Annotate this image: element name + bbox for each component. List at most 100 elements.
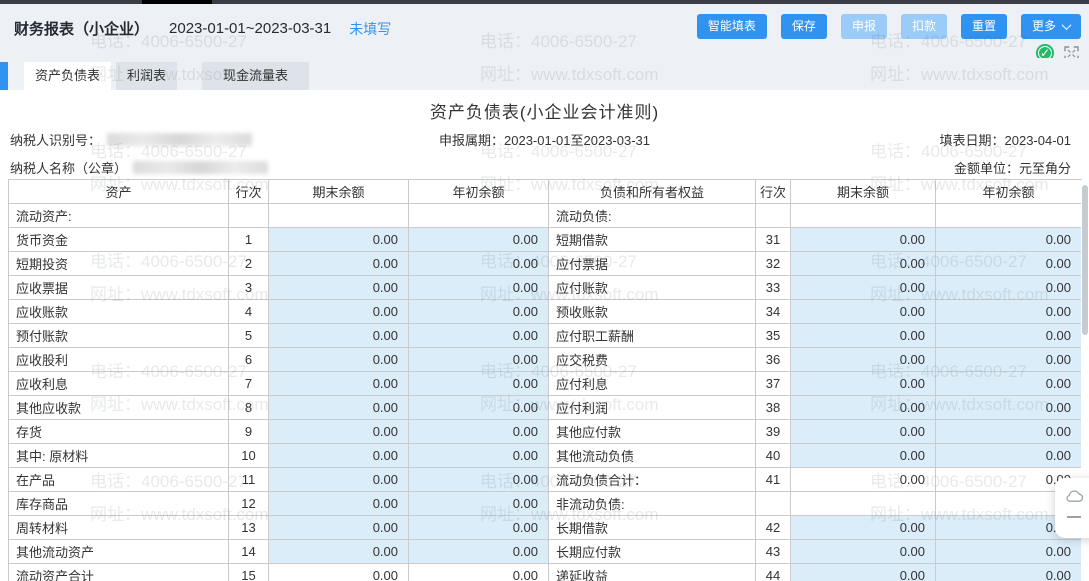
ending-balance-cell[interactable]: 0.00 bbox=[791, 252, 936, 276]
floating-widget[interactable] bbox=[1055, 478, 1089, 538]
ending-balance-cell[interactable]: 0.00 bbox=[791, 420, 936, 444]
table-header-row: 资产行次期末余额年初余额负债和所有者权益行次期末余额年初余额 bbox=[9, 180, 1082, 204]
row-number: 8 bbox=[229, 396, 269, 420]
ending-balance-cell[interactable]: 0.00 bbox=[791, 396, 936, 420]
beginning-balance-cell[interactable]: 0.00 bbox=[936, 420, 1082, 444]
beginning-balance-cell[interactable]: 0.00 bbox=[409, 372, 549, 396]
beginning-balance-cell[interactable]: 0.00 bbox=[409, 276, 549, 300]
row-label: 其他应收款 bbox=[9, 396, 229, 420]
beginning-balance-cell[interactable]: 0.00 bbox=[409, 516, 549, 540]
status-link[interactable]: 未填写 bbox=[349, 19, 391, 39]
ending-balance-cell[interactable]: 0.00 bbox=[791, 564, 936, 581]
ending-balance-cell[interactable]: 0.00 bbox=[269, 300, 409, 324]
row-label: 应付账款 bbox=[549, 276, 756, 300]
ending-balance-cell[interactable]: 0.00 bbox=[269, 444, 409, 468]
row-label: 长期借款 bbox=[549, 516, 756, 540]
beginning-balance-cell[interactable]: 0.00 bbox=[936, 252, 1082, 276]
row-number: 14 bbox=[229, 540, 269, 564]
beginning-balance-cell[interactable]: 0.00 bbox=[936, 324, 1082, 348]
beginning-balance-cell[interactable]: 0.00 bbox=[409, 540, 549, 564]
ending-balance-cell[interactable]: 0.00 bbox=[791, 444, 936, 468]
ending-balance-cell[interactable]: 0.00 bbox=[791, 276, 936, 300]
beginning-balance-cell[interactable]: 0.00 bbox=[409, 444, 549, 468]
tab-balance-sheet[interactable]: 资产负债表 bbox=[24, 62, 111, 90]
column-header: 行次 bbox=[229, 180, 269, 204]
beginning-balance-cell[interactable]: 0.00 bbox=[936, 228, 1082, 252]
smart-fill-button[interactable]: 智能填表 bbox=[697, 14, 767, 39]
fill-date-label: 填表日期：2023-04-01 bbox=[940, 130, 1072, 149]
beginning-balance-cell[interactable]: 0.00 bbox=[409, 468, 549, 492]
ending-balance-cell[interactable]: 0.00 bbox=[269, 324, 409, 348]
ending-balance-cell[interactable]: 0.00 bbox=[269, 516, 409, 540]
row-label: 存货 bbox=[9, 420, 229, 444]
ending-balance-cell bbox=[269, 204, 409, 228]
beginning-balance-cell[interactable]: 0.00 bbox=[936, 396, 1082, 420]
tab-income-statement[interactable]: 利润表 bbox=[116, 62, 177, 90]
beginning-balance-cell[interactable]: 0.00 bbox=[936, 444, 1082, 468]
header-left: 财务报表（小企业） 2023-01-01~2023-03-31 未填写 bbox=[14, 18, 391, 39]
ending-balance-cell[interactable]: 0.00 bbox=[791, 372, 936, 396]
ending-balance-cell[interactable]: 0.00 bbox=[269, 468, 409, 492]
row-label: 短期借款 bbox=[549, 228, 756, 252]
table-row: 应收利息70.000.00应付利息370.000.00 bbox=[9, 372, 1082, 396]
beginning-balance-cell[interactable]: 0.00 bbox=[409, 396, 549, 420]
report-content: 资产负债表(小企业会计准则) 纳税人识别号： 申报属期：2023-01-01至2… bbox=[0, 90, 1089, 581]
header-bar: 财务报表（小企业） 2023-01-01~2023-03-31 未填写 智能填表… bbox=[0, 4, 1089, 58]
ending-balance-cell[interactable]: 0.00 bbox=[791, 300, 936, 324]
column-header: 年初余额 bbox=[409, 180, 549, 204]
ending-balance-cell[interactable]: 0.00 bbox=[269, 252, 409, 276]
ending-balance-cell[interactable]: 0.00 bbox=[269, 228, 409, 252]
ending-balance-cell[interactable]: 0.00 bbox=[791, 348, 936, 372]
beginning-balance-cell[interactable]: 0.00 bbox=[936, 276, 1082, 300]
row-label: 应付利润 bbox=[549, 396, 756, 420]
row-label: 预收账款 bbox=[549, 300, 756, 324]
chevron-down-icon bbox=[1062, 20, 1072, 30]
row-number: 10 bbox=[229, 444, 269, 468]
beginning-balance-cell[interactable]: 0.00 bbox=[936, 348, 1082, 372]
row-label: 其他流动资产 bbox=[9, 540, 229, 564]
row-number: 5 bbox=[229, 324, 269, 348]
beginning-balance-cell[interactable]: 0.00 bbox=[409, 228, 549, 252]
row-number: 39 bbox=[756, 420, 791, 444]
tab-left-accent bbox=[0, 62, 8, 90]
beginning-balance-cell[interactable]: 0.00 bbox=[936, 372, 1082, 396]
scrollbar-thumb[interactable] bbox=[1082, 185, 1088, 335]
button-label: 重置 bbox=[972, 14, 996, 39]
row-label: 应交税费 bbox=[549, 348, 756, 372]
ending-balance-cell[interactable]: 0.00 bbox=[269, 540, 409, 564]
ending-balance-cell[interactable]: 0.00 bbox=[791, 228, 936, 252]
row-number: 3 bbox=[229, 276, 269, 300]
row-number bbox=[756, 492, 791, 516]
row-number: 6 bbox=[229, 348, 269, 372]
beginning-balance-cell[interactable]: 0.00 bbox=[409, 492, 549, 516]
beginning-balance-cell[interactable]: 0.00 bbox=[936, 540, 1082, 564]
reset-button[interactable]: 重置 bbox=[961, 14, 1007, 39]
save-button[interactable]: 保存 bbox=[781, 14, 827, 39]
deduct-button[interactable]: 扣款 bbox=[901, 14, 947, 39]
beginning-balance-cell[interactable]: 0.00 bbox=[409, 252, 549, 276]
ending-balance-cell[interactable]: 0.00 bbox=[791, 516, 936, 540]
ending-balance-cell[interactable]: 0.00 bbox=[791, 324, 936, 348]
more-button[interactable]: 更多 bbox=[1021, 14, 1081, 39]
beginning-balance-cell[interactable]: 0.00 bbox=[936, 564, 1082, 581]
ending-balance-cell[interactable]: 0.00 bbox=[269, 276, 409, 300]
beginning-balance-cell[interactable]: 0.00 bbox=[409, 300, 549, 324]
table-row: 短期投资20.000.00应付票据320.000.00 bbox=[9, 252, 1082, 276]
tab-cash-flow[interactable]: 现金流量表 bbox=[202, 62, 309, 90]
ending-balance-cell[interactable]: 0.00 bbox=[791, 540, 936, 564]
ending-balance-cell[interactable]: 0.00 bbox=[269, 492, 409, 516]
beginning-balance-cell[interactable]: 0.00 bbox=[409, 324, 549, 348]
button-label: 扣款 bbox=[912, 14, 936, 39]
ending-balance-cell[interactable]: 0.00 bbox=[269, 348, 409, 372]
row-number bbox=[756, 204, 791, 228]
beginning-balance-cell[interactable]: 0.00 bbox=[409, 420, 549, 444]
beginning-balance-cell[interactable]: 0.00 bbox=[936, 300, 1082, 324]
table-row: 其他应收款80.000.00应付利润380.000.00 bbox=[9, 396, 1082, 420]
declare-button[interactable]: 申报 bbox=[841, 14, 887, 39]
ending-balance-cell[interactable]: 0.00 bbox=[269, 372, 409, 396]
beginning-balance-cell[interactable]: 0.00 bbox=[409, 348, 549, 372]
ending-balance-cell[interactable]: 0.00 bbox=[269, 396, 409, 420]
table-row: 流动资产:流动负债: bbox=[9, 204, 1082, 228]
ending-balance-cell[interactable]: 0.00 bbox=[269, 420, 409, 444]
row-number bbox=[229, 204, 269, 228]
